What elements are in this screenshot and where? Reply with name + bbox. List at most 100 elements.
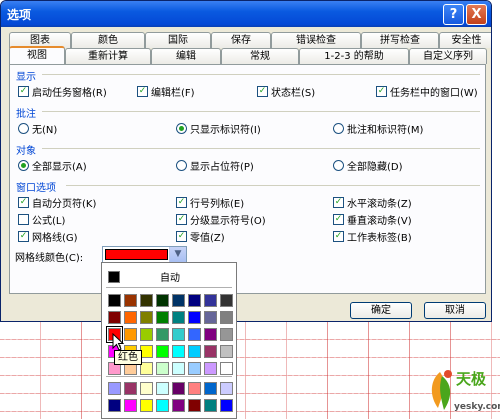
color-swatch[interactable]	[156, 382, 169, 395]
window-option-8[interactable]: ✓ 零值(Z)	[176, 229, 225, 244]
object-option-3[interactable]: 全部隐藏(D)	[333, 158, 403, 173]
radio-button[interactable]	[333, 123, 344, 134]
color-swatch[interactable]	[204, 328, 217, 341]
color-swatch[interactable]	[156, 311, 169, 324]
color-swatch[interactable]	[156, 345, 169, 358]
tab-2[interactable]: 颜色	[71, 32, 145, 48]
color-swatch[interactable]	[172, 362, 185, 375]
color-swatch[interactable]	[172, 399, 185, 412]
checkbox[interactable]: ✓	[18, 197, 29, 208]
color-swatch[interactable]	[108, 294, 121, 307]
color-swatch[interactable]	[188, 382, 201, 395]
automatic-color-option[interactable]: 自动	[108, 269, 180, 284]
chevron-down-icon[interactable]: ▼	[169, 247, 186, 262]
window-option-9[interactable]: ✓ 工作表标签(B)	[333, 229, 412, 244]
color-swatch[interactable]	[188, 399, 201, 412]
radio-button[interactable]	[18, 160, 29, 171]
help-button[interactable]: ?	[443, 3, 464, 25]
color-swatch[interactable]	[156, 294, 169, 307]
object-option-2[interactable]: 显示占位符(P)	[176, 158, 254, 173]
color-swatch[interactable]	[108, 311, 121, 324]
color-swatch[interactable]	[188, 311, 201, 324]
comment-option-3[interactable]: 批注和标识符(M)	[333, 121, 423, 136]
color-swatch[interactable]	[124, 294, 137, 307]
checkbox[interactable]: ✓	[333, 231, 344, 242]
color-swatch[interactable]	[188, 362, 201, 375]
color-swatch[interactable]	[108, 382, 121, 395]
tab-3[interactable]: 编辑	[151, 48, 221, 64]
checkbox[interactable]: ✓	[176, 197, 187, 208]
checkbox[interactable]: ✓	[333, 197, 344, 208]
checkbox[interactable]	[18, 214, 29, 225]
checkbox[interactable]: ✓	[257, 86, 268, 97]
color-swatch[interactable]	[204, 362, 217, 375]
tab-6[interactable]: 自定义序列	[409, 48, 487, 64]
tab-4[interactable]: 保存	[211, 32, 271, 48]
color-swatch[interactable]	[156, 362, 169, 375]
color-swatch[interactable]	[124, 399, 137, 412]
color-swatch[interactable]	[204, 345, 217, 358]
object-option-1[interactable]: 全部显示(A)	[18, 158, 87, 173]
checkbox[interactable]: ✓	[137, 86, 148, 97]
window-option-4[interactable]: 公式(L)	[18, 212, 65, 227]
color-swatch[interactable]	[220, 345, 233, 358]
color-swatch[interactable]	[220, 399, 233, 412]
gridline-color-dropdown[interactable]: ▼	[102, 246, 187, 263]
radio-button[interactable]	[333, 160, 344, 171]
tab-3[interactable]: 国际	[145, 32, 211, 48]
window-option-3[interactable]: ✓ 水平滚动条(Z)	[333, 195, 412, 210]
window-option-6[interactable]: ✓ 垂直滚动条(V)	[333, 212, 412, 227]
color-swatch[interactable]	[220, 311, 233, 324]
color-swatch[interactable]	[220, 328, 233, 341]
color-swatch[interactable]	[204, 382, 217, 395]
radio-button[interactable]	[176, 123, 187, 134]
color-swatch[interactable]	[220, 362, 233, 375]
checkbox[interactable]: ✓	[18, 231, 29, 242]
tab-2[interactable]: 重新计算	[65, 48, 151, 64]
color-swatch[interactable]	[172, 294, 185, 307]
color-swatch[interactable]	[172, 328, 185, 341]
color-swatch[interactable]	[220, 294, 233, 307]
window-option-7[interactable]: ✓ 网格线(G)	[18, 229, 78, 244]
window-option-1[interactable]: ✓ 自动分页符(K)	[18, 195, 96, 210]
show-option-2[interactable]: ✓ 编辑栏(F)	[137, 84, 195, 99]
tab-6[interactable]: 拼写检查	[361, 32, 439, 48]
color-swatch[interactable]	[188, 345, 201, 358]
tab-7[interactable]: 安全性	[439, 32, 491, 48]
color-swatch[interactable]	[140, 311, 153, 324]
color-swatch[interactable]	[204, 399, 217, 412]
color-swatch[interactable]	[140, 399, 153, 412]
show-option-3[interactable]: ✓ 状态栏(S)	[257, 84, 315, 99]
tab-5[interactable]: 1-2-3 的帮助	[299, 48, 409, 64]
tab-1[interactable]: 视图	[9, 46, 65, 64]
color-swatch[interactable]	[172, 311, 185, 324]
color-swatch[interactable]	[188, 328, 201, 341]
color-swatch[interactable]	[140, 328, 153, 341]
color-swatch[interactable]	[140, 294, 153, 307]
window-option-2[interactable]: ✓ 行号列标(E)	[176, 195, 244, 210]
show-option-4[interactable]: ✓ 任务栏中的窗口(W)	[376, 84, 478, 99]
radio-button[interactable]	[18, 123, 29, 134]
color-swatch[interactable]	[108, 399, 121, 412]
color-swatch[interactable]	[204, 311, 217, 324]
color-swatch[interactable]	[140, 382, 153, 395]
radio-button[interactable]	[176, 160, 187, 171]
color-swatch[interactable]	[188, 294, 201, 307]
checkbox[interactable]: ✓	[333, 214, 344, 225]
color-swatch[interactable]	[156, 328, 169, 341]
color-swatch[interactable]	[124, 311, 137, 324]
comment-option-1[interactable]: 无(N)	[18, 121, 57, 136]
tab-4[interactable]: 常规	[221, 48, 299, 64]
color-swatch[interactable]	[204, 294, 217, 307]
ok-button[interactable]: 确定	[350, 302, 412, 319]
show-option-1[interactable]: ✓ 启动任务窗格(R)	[18, 84, 107, 99]
checkbox[interactable]: ✓	[176, 231, 187, 242]
cancel-button[interactable]: 取消	[424, 302, 486, 319]
comment-option-2[interactable]: 只显示标识符(I)	[176, 121, 261, 136]
close-button[interactable]: X	[466, 3, 487, 25]
color-swatch[interactable]	[220, 382, 233, 395]
color-swatch[interactable]	[172, 345, 185, 358]
window-option-5[interactable]: ✓ 分级显示符号(O)	[176, 212, 266, 227]
color-swatch[interactable]	[124, 382, 137, 395]
checkbox[interactable]: ✓	[18, 86, 29, 97]
